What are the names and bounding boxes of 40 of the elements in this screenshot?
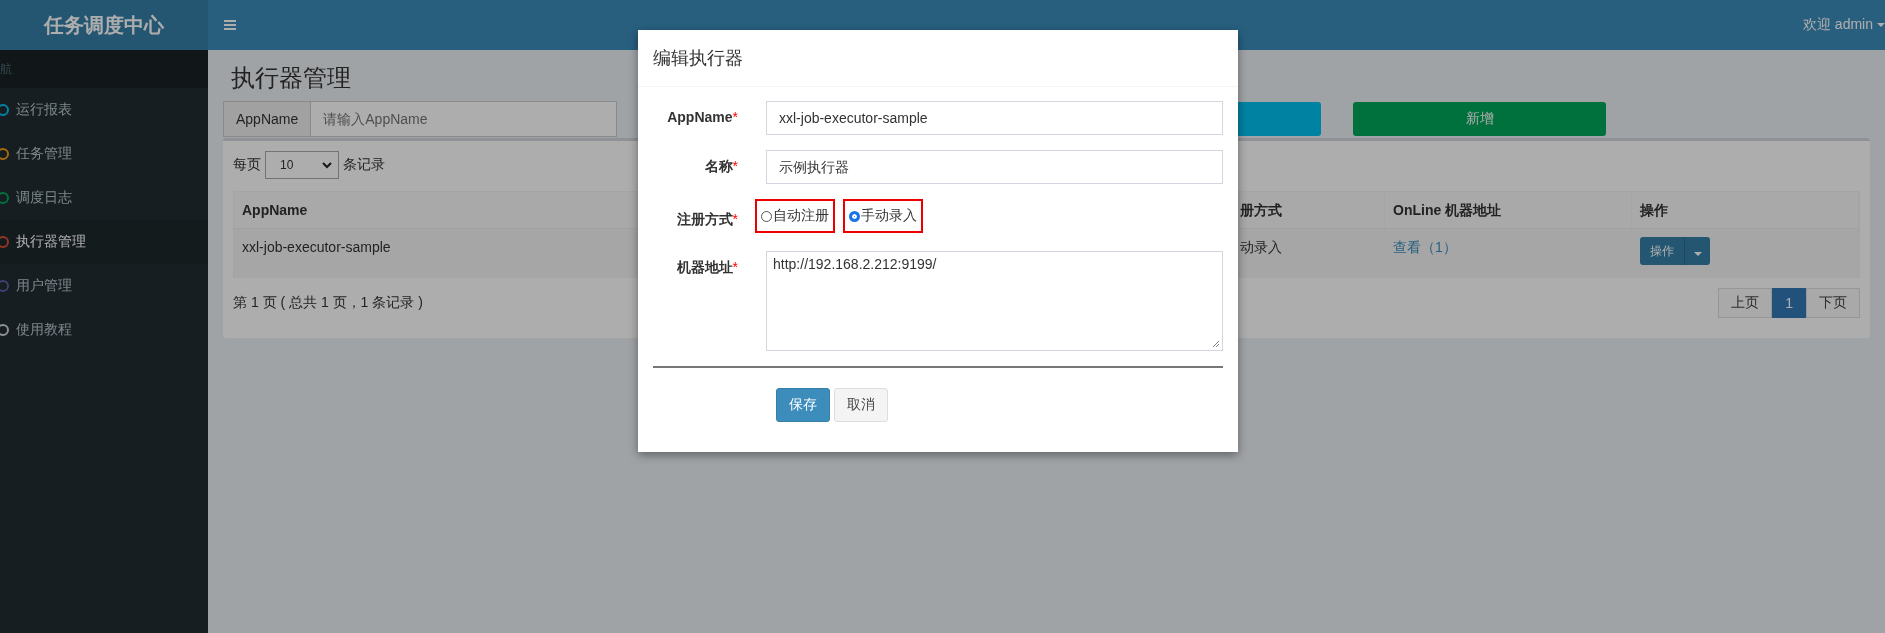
add-button[interactable]: 新增	[1353, 102, 1606, 136]
chevron-down-icon	[322, 161, 332, 169]
sidebar-item[interactable]: 调度日志	[0, 176, 208, 220]
sidebar-item[interactable]: 使用教程	[0, 308, 208, 352]
action-button[interactable]: 操作	[1640, 237, 1684, 265]
user-menu[interactable]: 欢迎 admin	[1802, 16, 1885, 34]
text-field[interactable]: xxl-job-executor-sample	[766, 101, 1223, 135]
page-size-select[interactable]: 10	[265, 151, 339, 179]
resize-grip-icon	[1212, 340, 1220, 348]
field-label: 机器地址	[676, 259, 733, 275]
page-title: 执行器管理	[231, 63, 351, 93]
page-button[interactable]: 1	[1772, 288, 1806, 318]
sidebar-item[interactable]: 用户管理	[0, 264, 208, 308]
text-field[interactable]: 示例执行器	[766, 150, 1223, 184]
cancel-button[interactable]: 取消	[834, 388, 888, 422]
page-button[interactable]: 下页	[1806, 288, 1860, 318]
page-size-label: 条记录	[343, 156, 385, 174]
dropdown-button[interactable]	[1684, 237, 1710, 265]
text-area[interactable]: http://192.168.2.212:9199/	[766, 251, 1223, 351]
view-link[interactable]: 查看（1）	[1393, 239, 1457, 255]
radio-option[interactable]: 手动录入	[843, 199, 923, 233]
radio-option[interactable]: 自动注册	[755, 199, 835, 233]
page-button[interactable]: 上页	[1718, 288, 1773, 318]
menu-icon[interactable]	[224, 20, 236, 30]
sidebar-item[interactable]: 执行器管理	[0, 220, 208, 264]
required-mark: *	[732, 259, 738, 275]
table-cell: 动录入	[1240, 229, 1385, 277]
page-size-label: 每页	[233, 156, 261, 174]
page-summary: 第 1 页 ( 总共 1 页，1 条记录 )	[233, 294, 423, 312]
field-label: AppName	[667, 109, 733, 125]
brand-logo: 任务调度中心	[0, 0, 208, 50]
sidebar-item[interactable]: 运行报表	[0, 88, 208, 132]
field-label: 注册方式	[676, 211, 733, 227]
field-label: 名称	[704, 158, 733, 174]
required-mark: *	[732, 109, 738, 125]
modal-title: 编辑执行器	[653, 47, 743, 70]
save-button[interactable]: 保存	[776, 388, 830, 422]
sidebar-item[interactable]: 任务管理	[0, 132, 208, 176]
required-mark: *	[732, 211, 738, 227]
required-mark: *	[732, 158, 738, 174]
